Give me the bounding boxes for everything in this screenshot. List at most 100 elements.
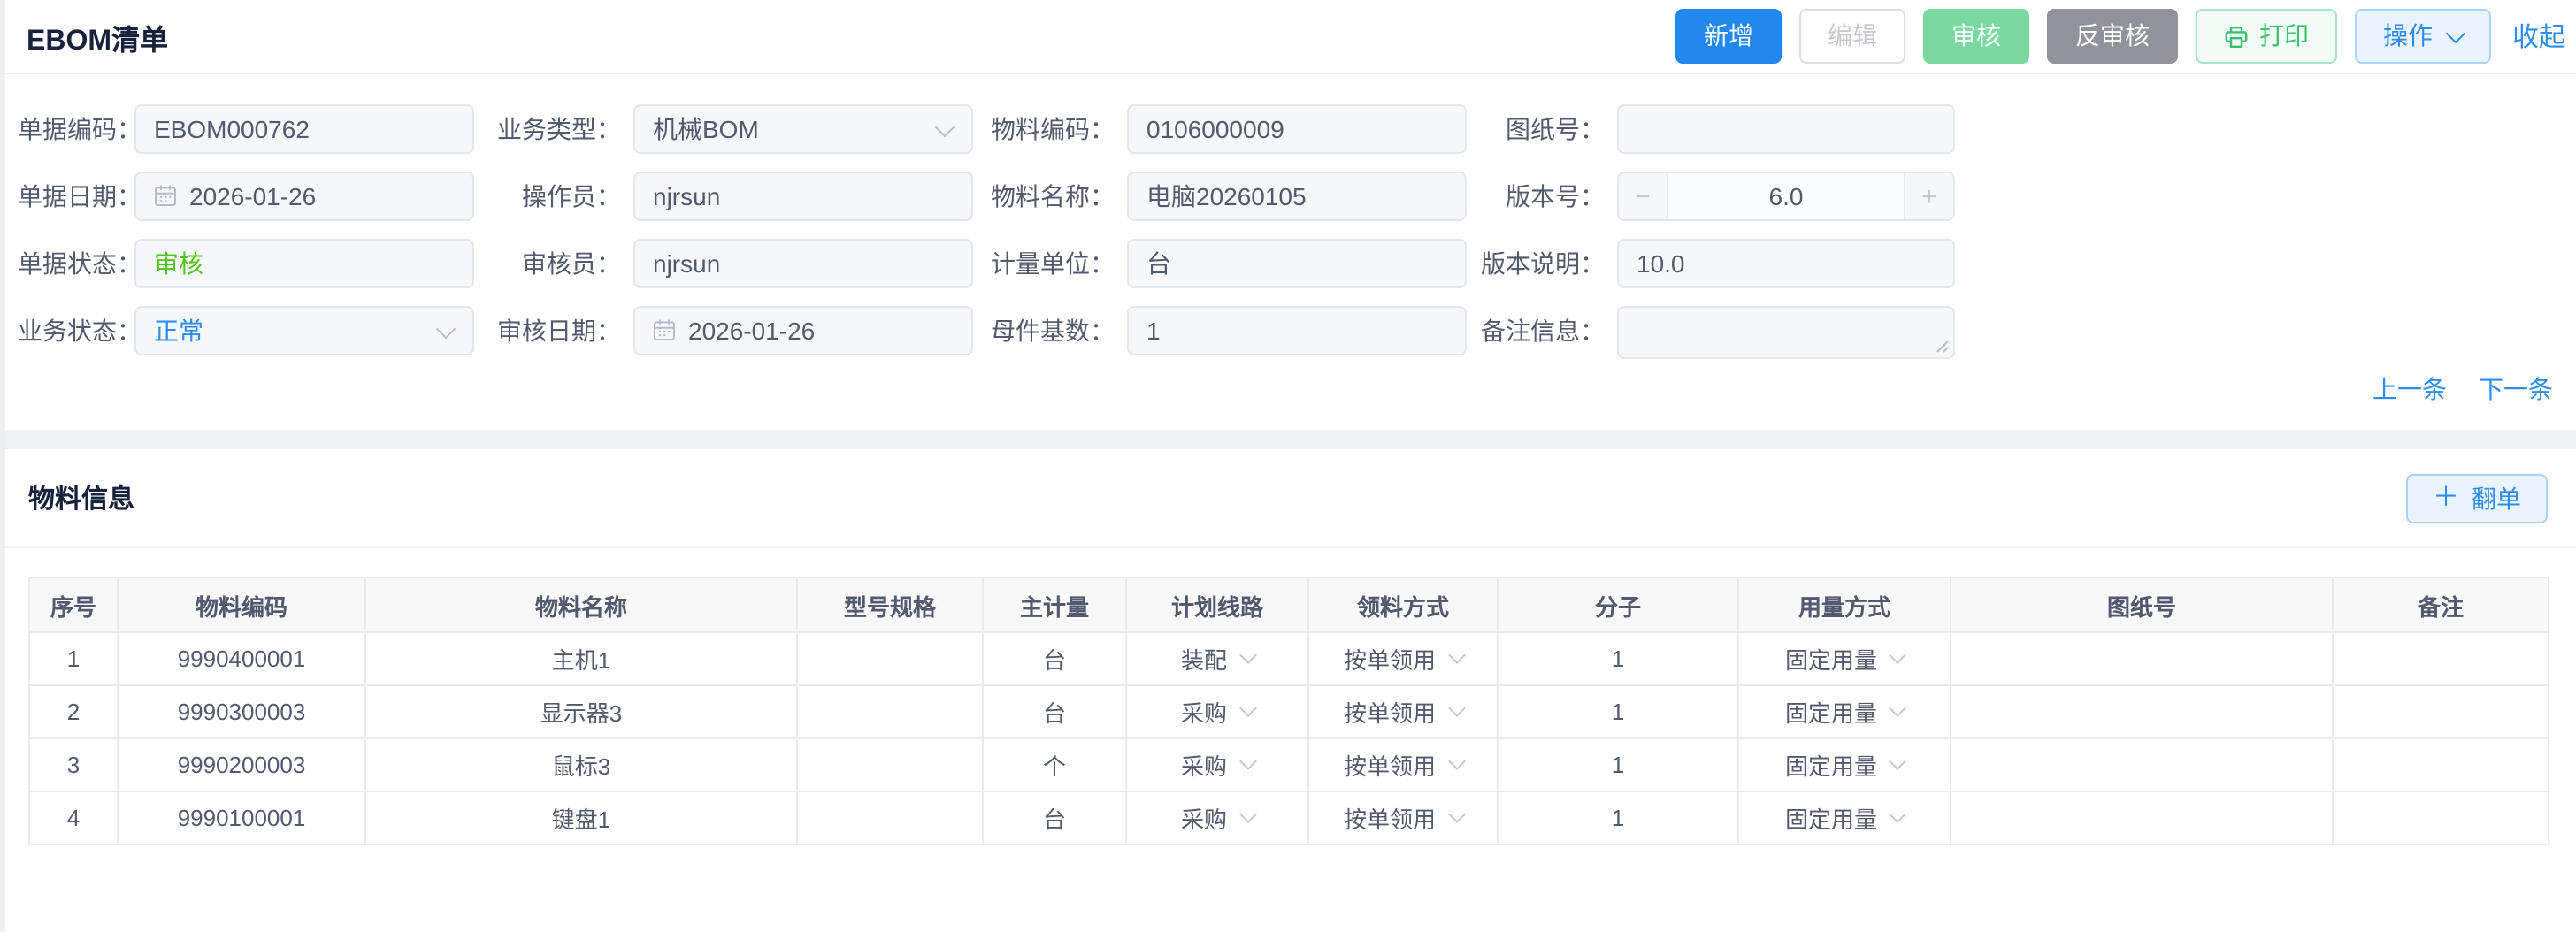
usage-mode-select[interactable]: 固定用量: [1739, 686, 1950, 737]
record-pager: 上一条 下一条: [0, 359, 2576, 407]
auditor-input[interactable]: njrsun: [633, 239, 973, 288]
seq-cell: 3: [29, 738, 118, 791]
pick-mode-select[interactable]: 按单领用: [1309, 739, 1497, 791]
plan-route-select[interactable]: 装配: [1127, 633, 1307, 684]
plus-icon: ＋: [2433, 484, 2459, 510]
action-button[interactable]: 操作: [2355, 9, 2491, 64]
col-pick-mode: 领料方式: [1308, 577, 1498, 632]
spec-cell: [797, 632, 983, 685]
numerator-cell: 1: [1498, 738, 1738, 791]
chevron-down-icon: [1889, 699, 1906, 717]
pick-mode-select[interactable]: 按单领用: [1309, 792, 1497, 844]
name-cell: 主机1: [365, 632, 797, 685]
chevron-down-icon: [2446, 23, 2466, 43]
col-drawing-no: 图纸号: [1951, 577, 2333, 632]
base-qty-label: 母件基数：: [973, 306, 1127, 355]
usage-mode-select[interactable]: 固定用量: [1739, 739, 1950, 791]
code-cell: 9990300003: [118, 685, 365, 738]
print-button-label: 打印: [2259, 11, 2309, 62]
usage-mode-select[interactable]: 固定用量: [1739, 792, 1950, 844]
unaudit-button[interactable]: 反审核: [2047, 9, 2178, 64]
chevron-down-icon: [1889, 646, 1906, 664]
remark-cell: [2333, 685, 2549, 738]
chevron-down-icon: [1238, 699, 1256, 717]
seq-cell: 4: [29, 791, 118, 844]
stepper-value: 6.0: [1668, 173, 1904, 219]
table-row[interactable]: 3 9990200003 鼠标3 个 采购 按单领用 1 固定用量: [29, 738, 2549, 791]
doc-code-label: 单据编码：: [18, 104, 134, 154]
remark-label: 备注信息：: [1467, 306, 1617, 355]
name-cell: 鼠标3: [365, 738, 797, 791]
print-button[interactable]: 打印: [2196, 9, 2337, 64]
name-cell: 键盘1: [365, 791, 797, 844]
drawing-no-input[interactable]: [1617, 104, 1955, 154]
stepper-decrease-button[interactable]: −: [1619, 173, 1668, 219]
chevron-down-icon: [1238, 646, 1256, 664]
table-row[interactable]: 4 9990100001 键盘1 台 采购 按单领用 1 固定用量: [29, 791, 2549, 844]
drawing-cell: [1951, 632, 2333, 685]
spec-cell: [797, 738, 983, 791]
add-button[interactable]: 新增: [1675, 9, 1782, 64]
chevron-down-icon: [1889, 806, 1906, 823]
biz-type-select[interactable]: 机械BOM: [633, 104, 973, 154]
doc-code-input[interactable]: EBOM000762: [134, 104, 474, 154]
remark-textarea[interactable]: [1617, 306, 1955, 359]
operator-input[interactable]: njrsun: [633, 172, 973, 221]
col-unit: 主计量: [983, 577, 1126, 632]
remark-cell: [2333, 738, 2549, 791]
prev-record-link[interactable]: 上一条: [2373, 371, 2447, 407]
ebom-form: 单据编码： EBOM000762 业务类型： 机械BOM 物料编码： 01060…: [0, 74, 2576, 359]
base-qty-input[interactable]: 1: [1127, 306, 1467, 355]
usage-mode-select[interactable]: 固定用量: [1739, 633, 1950, 684]
chevron-down-icon: [436, 319, 456, 340]
version-desc-label: 版本说明：: [1467, 239, 1617, 288]
collapse-link[interactable]: 收起: [2512, 18, 2565, 55]
numerator-cell: 1: [1498, 791, 1738, 844]
chevron-down-icon: [1238, 752, 1256, 770]
material-code-input[interactable]: 0106000009: [1127, 104, 1467, 154]
seq-cell: 2: [29, 685, 118, 738]
col-numerator: 分子: [1498, 577, 1738, 632]
chevron-down-icon: [1238, 806, 1256, 823]
next-record-link[interactable]: 下一条: [2479, 371, 2553, 407]
biz-status-label: 业务状态：: [18, 306, 134, 355]
material-info-header: 物料信息 ＋ 翻单: [0, 449, 2576, 548]
version-stepper[interactable]: − 6.0 +: [1617, 172, 1955, 221]
pick-mode-select[interactable]: 按单领用: [1309, 686, 1497, 737]
table-row[interactable]: 1 9990400001 主机1 台 装配 按单领用 1 固定用量: [29, 632, 2549, 685]
version-no-label: 版本号：: [1467, 172, 1617, 221]
printer-icon: [2224, 24, 2249, 49]
chevron-down-icon: [1447, 806, 1465, 823]
unit-input[interactable]: 台: [1127, 239, 1467, 288]
plan-route-select[interactable]: 采购: [1127, 739, 1307, 791]
material-name-input[interactable]: 电脑20260105: [1127, 172, 1467, 221]
col-material-code: 物料编码: [118, 577, 365, 632]
unit-cell: 台: [983, 685, 1126, 738]
code-cell: 9990400001: [118, 632, 365, 685]
plan-route-select[interactable]: 采购: [1127, 686, 1307, 737]
operator-label: 操作员：: [474, 172, 633, 221]
chevron-down-icon: [1447, 752, 1465, 770]
plan-route-select[interactable]: 采购: [1127, 792, 1307, 844]
resize-handle-icon[interactable]: [1936, 340, 1950, 354]
doc-date-picker[interactable]: 2026-01-26: [134, 172, 474, 221]
pick-mode-select[interactable]: 按单领用: [1309, 633, 1497, 684]
table-row[interactable]: 2 9990300003 显示器3 台 采购 按单领用 1 固定用量: [29, 685, 2549, 738]
doc-status-label: 单据状态：: [18, 239, 134, 288]
name-cell: 显示器3: [365, 685, 797, 738]
audit-date-picker[interactable]: 2026-01-26: [633, 306, 973, 355]
doc-status-input[interactable]: 审核: [134, 239, 474, 288]
material-code-label: 物料编码：: [973, 104, 1127, 154]
col-remark: 备注: [2333, 577, 2549, 632]
spec-cell: [797, 685, 983, 738]
auditor-label: 审核员：: [474, 239, 633, 288]
doc-date-label: 单据日期：: [18, 172, 134, 221]
biz-status-select[interactable]: 正常: [134, 306, 474, 355]
code-cell: 9990200003: [118, 738, 365, 791]
col-plan-route: 计划线路: [1126, 577, 1308, 632]
edit-button[interactable]: 编辑: [1799, 9, 1905, 64]
stepper-increase-button[interactable]: +: [1904, 173, 1953, 219]
version-desc-input[interactable]: 10.0: [1617, 239, 1955, 288]
flip-order-button[interactable]: ＋ 翻单: [2406, 473, 2548, 523]
audit-button[interactable]: 审核: [1923, 9, 2029, 64]
